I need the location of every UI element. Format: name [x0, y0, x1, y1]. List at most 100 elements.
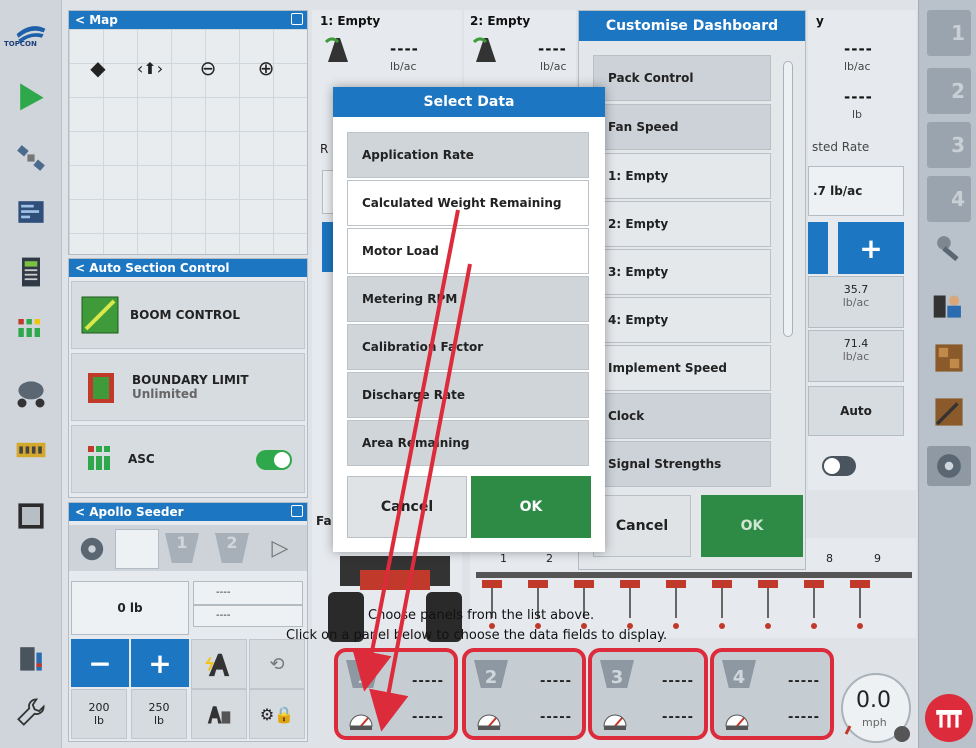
data-option[interactable]: Calculated Weight Remaining: [347, 180, 589, 226]
increase-button[interactable]: +: [131, 639, 189, 687]
zoom-out-icon[interactable]: ⊖: [193, 53, 223, 83]
customise-scrollbar[interactable]: [783, 61, 793, 337]
auto-mode-button[interactable]: Auto: [808, 386, 904, 436]
dashboard-tile-2[interactable]: 2 ----- -----: [462, 648, 586, 740]
asc-label: ASC: [128, 452, 155, 466]
preset-rate-2-button[interactable]: 71.4 lb/ac: [808, 330, 904, 382]
bin-tab-1[interactable]: 1: [927, 10, 971, 56]
data-option[interactable]: Metering RPM: [347, 276, 589, 322]
select-data-cancel-button[interactable]: Cancel: [347, 476, 467, 538]
expand-icon[interactable]: [291, 13, 303, 25]
section-toggle[interactable]: [822, 456, 856, 476]
preset-200-value: 200: [88, 701, 110, 714]
operator-icon[interactable]: [929, 284, 969, 324]
customise-ok-button[interactable]: OK: [701, 495, 803, 557]
boundary-limit-label: BOUNDARY LIMIT: [132, 373, 249, 387]
dashboard-option[interactable]: 3: Empty: [593, 249, 771, 295]
rate-increase-button[interactable]: +: [838, 222, 904, 274]
row-number: 2: [546, 552, 553, 565]
topcon-logo: [9, 14, 53, 58]
preset-200-unit: lb: [93, 714, 105, 727]
select-data-dialog: Select Data Application Rate Calculated …: [333, 87, 605, 552]
data-option[interactable]: Application Rate: [347, 132, 589, 178]
boom-control-icon: [81, 296, 119, 334]
decrease-button[interactable]: −: [71, 639, 129, 687]
zoom-in-icon[interactable]: ⊕: [251, 53, 281, 83]
asc-row[interactable]: ASC: [71, 425, 305, 493]
seeder-fan-icon[interactable]: [927, 446, 971, 486]
row-number: 8: [826, 552, 833, 565]
boundary-limit-row[interactable]: BOUNDARY LIMIT Unlimited: [71, 353, 305, 421]
map-panel: < Map ◆ ‹⬆› ⊖ ⊕: [68, 10, 308, 255]
dashboard-tile-3[interactable]: 3 ----- -----: [588, 648, 708, 740]
apollo-seeder-icon[interactable]: [925, 694, 973, 742]
asc-toggle[interactable]: [256, 450, 292, 470]
calibrate-button[interactable]: [191, 689, 247, 739]
speedometer[interactable]: 0.0 mph: [836, 664, 916, 744]
boom-control-row[interactable]: BOOM CONTROL: [71, 281, 305, 349]
tile-bin-number: 4: [722, 660, 756, 688]
dashboard-tile-4[interactable]: 4 ----- -----: [710, 648, 834, 740]
dashboard-option[interactable]: Pack Control: [593, 55, 771, 101]
lock-button[interactable]: ⚙🔒: [249, 689, 305, 739]
adjusted-rate-label: sted Rate: [812, 140, 870, 154]
settings-wrench-icon[interactable]: [929, 228, 969, 268]
tile-top-value: -----: [662, 674, 694, 689]
motor-gauge-icon: [603, 714, 627, 730]
wrench-icon[interactable]: [9, 690, 53, 734]
weight-display: 0 lb: [71, 581, 189, 635]
bin-tab-2[interactable]: 2: [927, 68, 971, 114]
data-option[interactable]: Area Remaining: [347, 420, 589, 466]
guidance-lines-icon[interactable]: [9, 190, 53, 234]
expand-icon[interactable]: [291, 505, 303, 517]
dashboard-option[interactable]: Implement Speed: [593, 345, 771, 391]
ecu-icon[interactable]: [9, 428, 53, 472]
auto-section-header[interactable]: < Auto Section Control: [69, 259, 307, 277]
fan-icon[interactable]: [73, 531, 111, 567]
column-2-value: ----: [538, 40, 567, 58]
pan-icon[interactable]: ‹⬆›: [135, 53, 165, 83]
apollo-seeder-header[interactable]: < Apollo Seeder: [69, 503, 307, 521]
auto-rate-icon: [205, 653, 230, 677]
bin-1-tab[interactable]: 1: [165, 533, 199, 563]
preset-rate-1-button[interactable]: 35.7 lb/ac: [808, 276, 904, 328]
data-option[interactable]: Discharge Rate: [347, 372, 589, 418]
implement-icon[interactable]: [9, 372, 53, 416]
dashboard-option[interactable]: Clock: [593, 393, 771, 439]
bin-tab-4[interactable]: 4: [927, 176, 971, 222]
dashboard-option[interactable]: Signal Strengths: [593, 441, 771, 487]
layers-icon[interactable]: ◆: [83, 53, 113, 83]
satellite-icon[interactable]: [9, 136, 53, 180]
dashboard-option[interactable]: 4: Empty: [593, 297, 771, 343]
refresh-icon: ⟲: [269, 653, 285, 675]
bin-2-tab[interactable]: 2: [215, 533, 249, 563]
field-edit-icon[interactable]: [929, 392, 969, 432]
bin-icon[interactable]: [9, 636, 53, 680]
metering-tab[interactable]: [115, 529, 159, 569]
preset-250-button[interactable]: 250 lb: [131, 689, 187, 739]
prime-button[interactable]: ⟲: [249, 639, 305, 689]
speed-value: 0.0: [856, 688, 891, 713]
map-panel-header[interactable]: < Map: [69, 11, 307, 29]
column-4-unit: lb/ac: [844, 60, 871, 73]
column-1-title: 1: Empty: [320, 14, 381, 28]
select-data-ok-button[interactable]: OK: [471, 476, 591, 538]
data-option[interactable]: Calibration Factor: [347, 324, 589, 370]
field-map-icon[interactable]: [929, 338, 969, 378]
video-camera-icon[interactable]: [9, 494, 53, 538]
data-option[interactable]: Motor Load: [347, 228, 589, 274]
job-report-icon[interactable]: [9, 250, 53, 294]
section-switches-icon[interactable]: [9, 306, 53, 350]
preset-200-button[interactable]: 200 lb: [71, 689, 127, 739]
auto-rate-button[interactable]: [191, 639, 247, 689]
apollo-seeder-panel: < Apollo Seeder 1 2 ▷ 0 lb ---- ---- − +…: [68, 502, 308, 742]
dashboard-tile-1[interactable]: 1 ----- -----: [334, 648, 458, 740]
dashboard-option[interactable]: 1: Empty: [593, 153, 771, 199]
dashboard-column-2: 2: Empty ---- lb/ac: [464, 10, 576, 90]
dashboard-option[interactable]: Fan Speed: [593, 104, 771, 150]
next-arrow-icon[interactable]: ▷: [265, 533, 295, 563]
dashboard-option[interactable]: 2: Empty: [593, 201, 771, 247]
customise-cancel-button[interactable]: Cancel: [593, 495, 691, 557]
navigation-arrow-icon[interactable]: [9, 74, 53, 118]
bin-tab-3[interactable]: 3: [927, 122, 971, 168]
